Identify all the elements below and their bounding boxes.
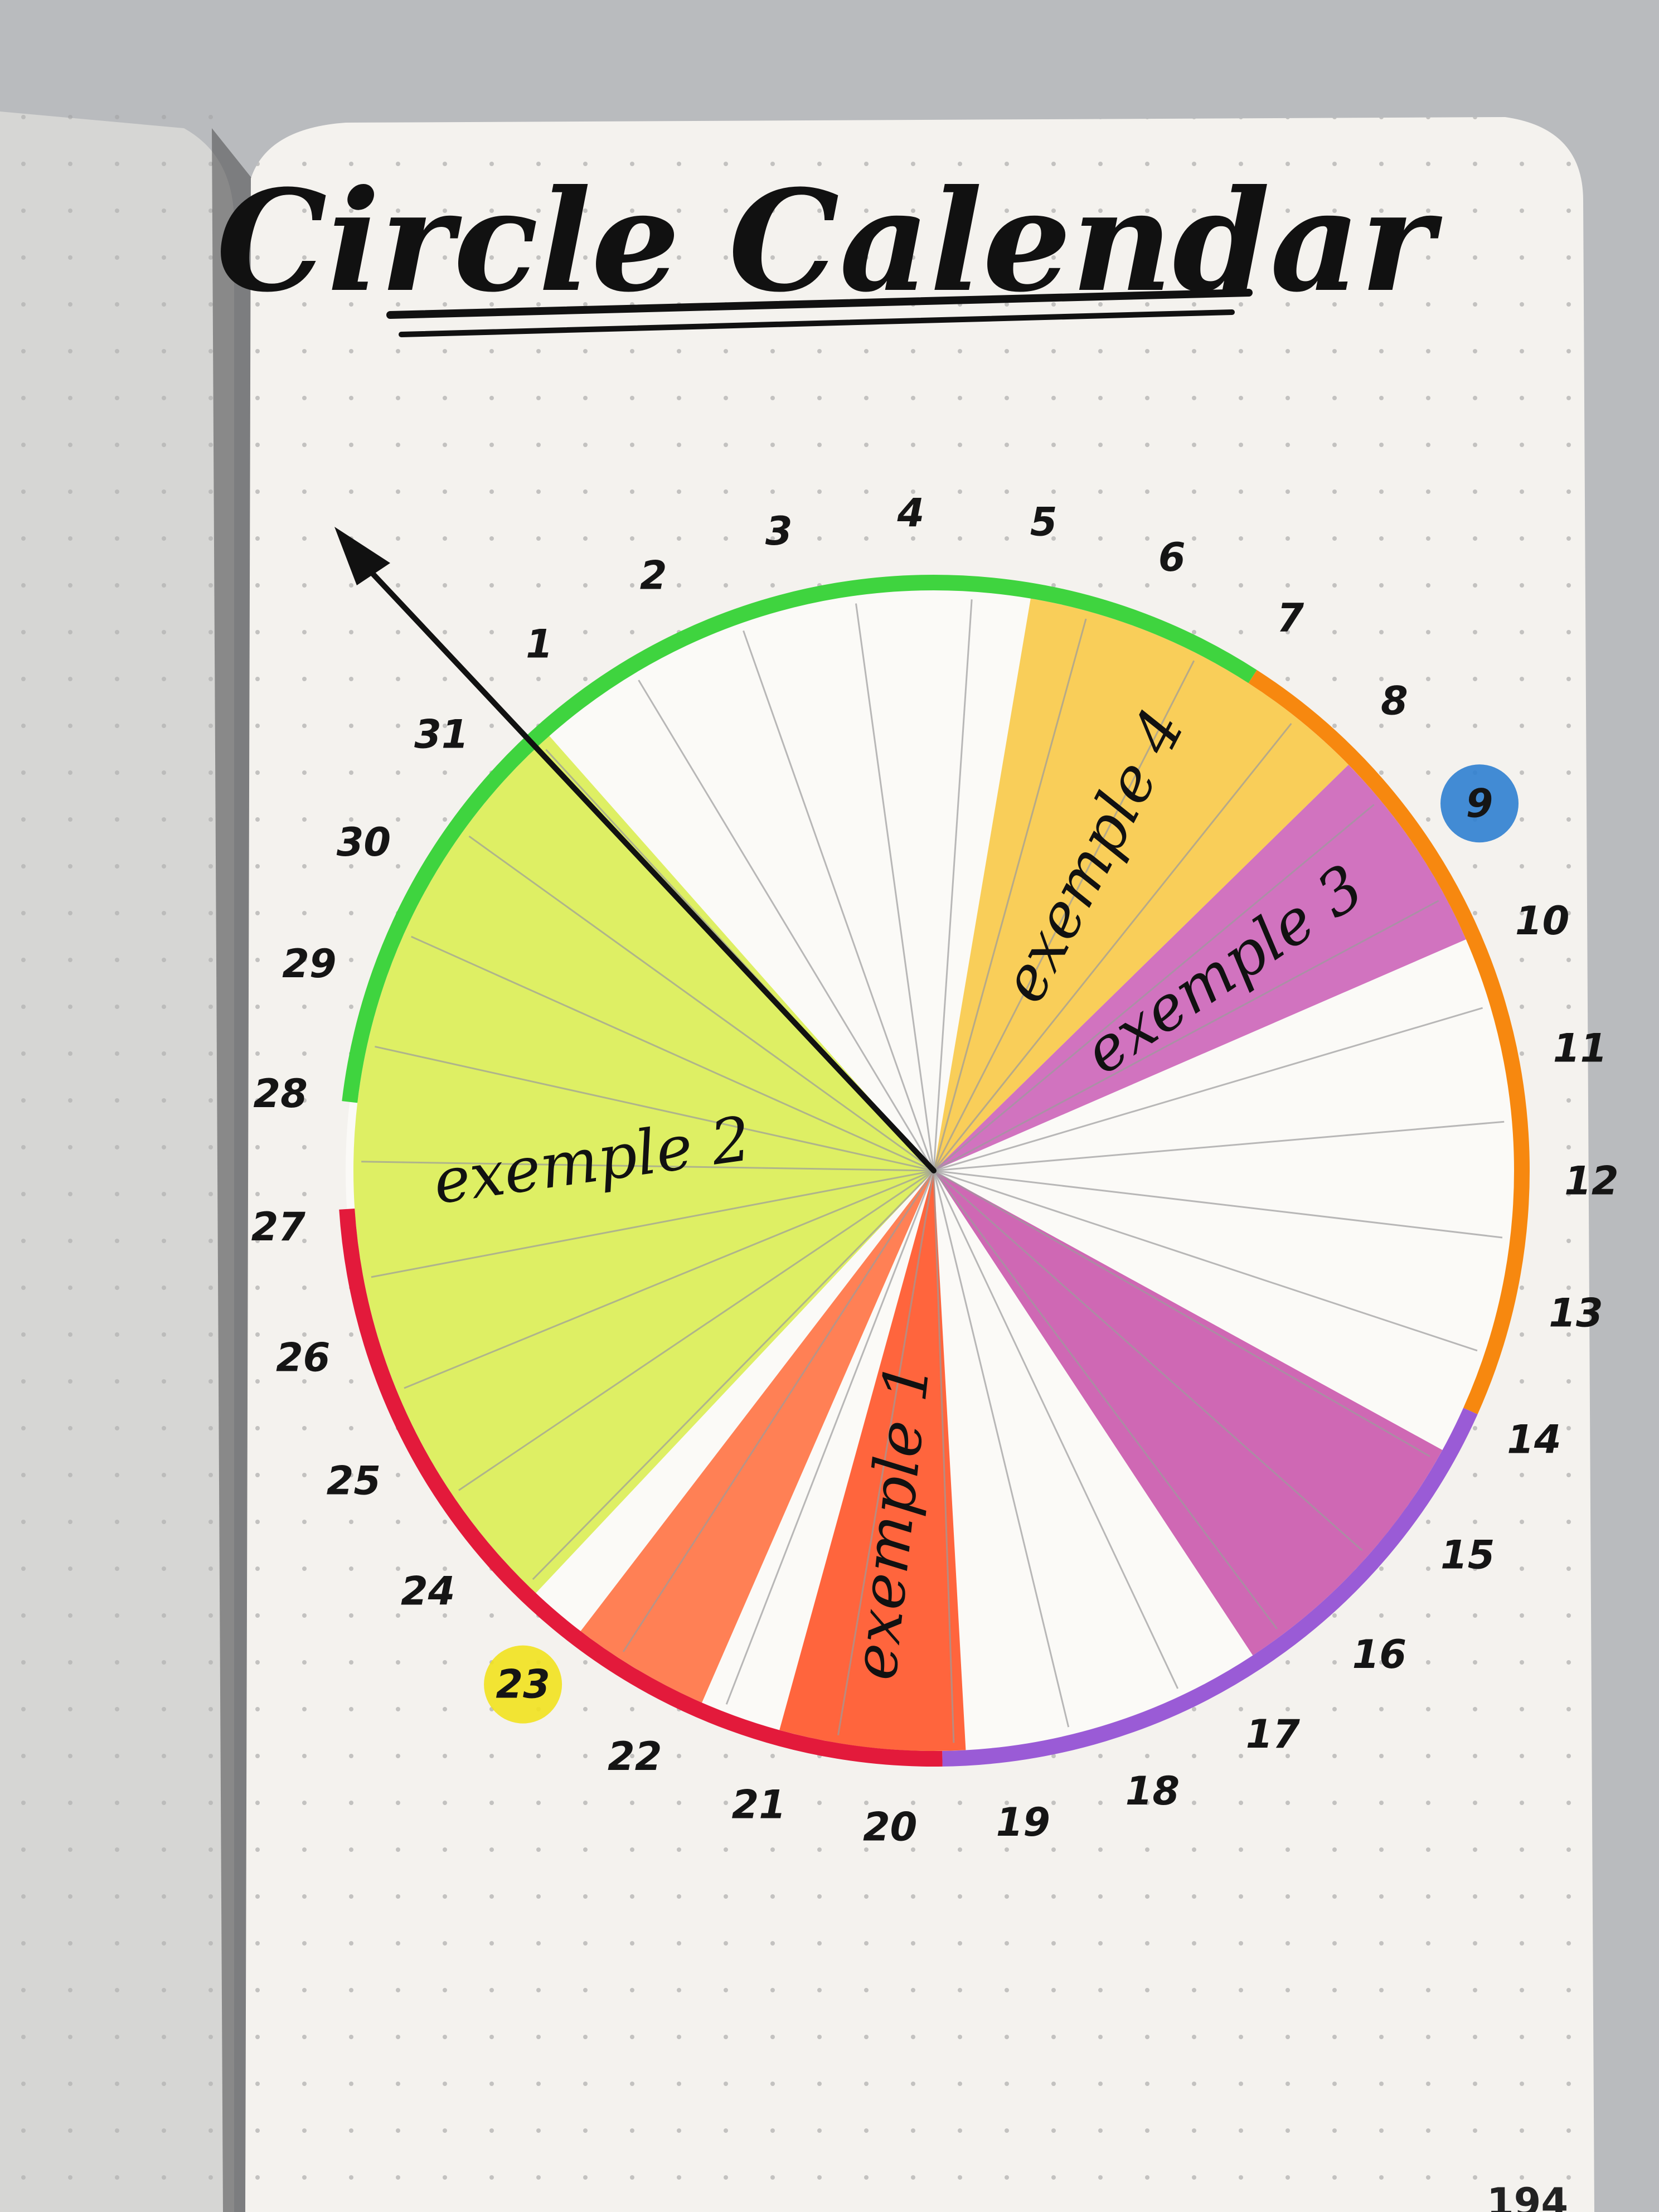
day-number-20: 20 [863, 1804, 917, 1850]
day-number-8: 8 [1381, 678, 1408, 724]
day-number-6: 6 [1158, 535, 1186, 580]
day-number-9: 9 [1466, 780, 1493, 826]
day-number-27: 27 [251, 1204, 306, 1250]
day-number-18: 18 [1126, 1768, 1180, 1814]
day-number-1: 1 [526, 622, 553, 667]
day-number-3: 3 [765, 508, 793, 554]
page-title: Circle Calendar [216, 159, 1442, 337]
day-number-23: 23 [496, 1662, 550, 1707]
day-number-12: 12 [1564, 1158, 1618, 1204]
page-number: 194 [1487, 2180, 1568, 2212]
day-number-29: 29 [282, 941, 336, 987]
day-number-26: 26 [276, 1335, 330, 1380]
day-number-19: 19 [996, 1799, 1050, 1845]
day-number-22: 22 [608, 1734, 662, 1779]
day-number-11: 11 [1553, 1026, 1607, 1071]
day-number-14: 14 [1507, 1417, 1561, 1462]
day-number-15: 15 [1440, 1532, 1495, 1578]
left-page [0, 111, 256, 2212]
day-number-2: 2 [640, 553, 667, 599]
day-number-7: 7 [1277, 595, 1304, 641]
day-number-30: 30 [337, 819, 391, 865]
day-number-21: 21 [732, 1782, 786, 1828]
day-number-25: 25 [327, 1458, 381, 1503]
title-text: Circle Calendar [216, 159, 1442, 323]
day-number-28: 28 [253, 1071, 307, 1117]
day-number-24: 24 [401, 1568, 455, 1614]
day-number-13: 13 [1549, 1291, 1603, 1336]
day-number-4: 4 [896, 491, 924, 536]
day-number-5: 5 [1030, 499, 1058, 545]
notebook-photo: Circle Calendar exemple 1exemple 2exempl… [0, 111, 1619, 2212]
day-number-16: 16 [1352, 1632, 1406, 1677]
day-number-10: 10 [1515, 898, 1569, 944]
day-number-31: 31 [414, 711, 468, 757]
day-number-17: 17 [1246, 1711, 1301, 1757]
